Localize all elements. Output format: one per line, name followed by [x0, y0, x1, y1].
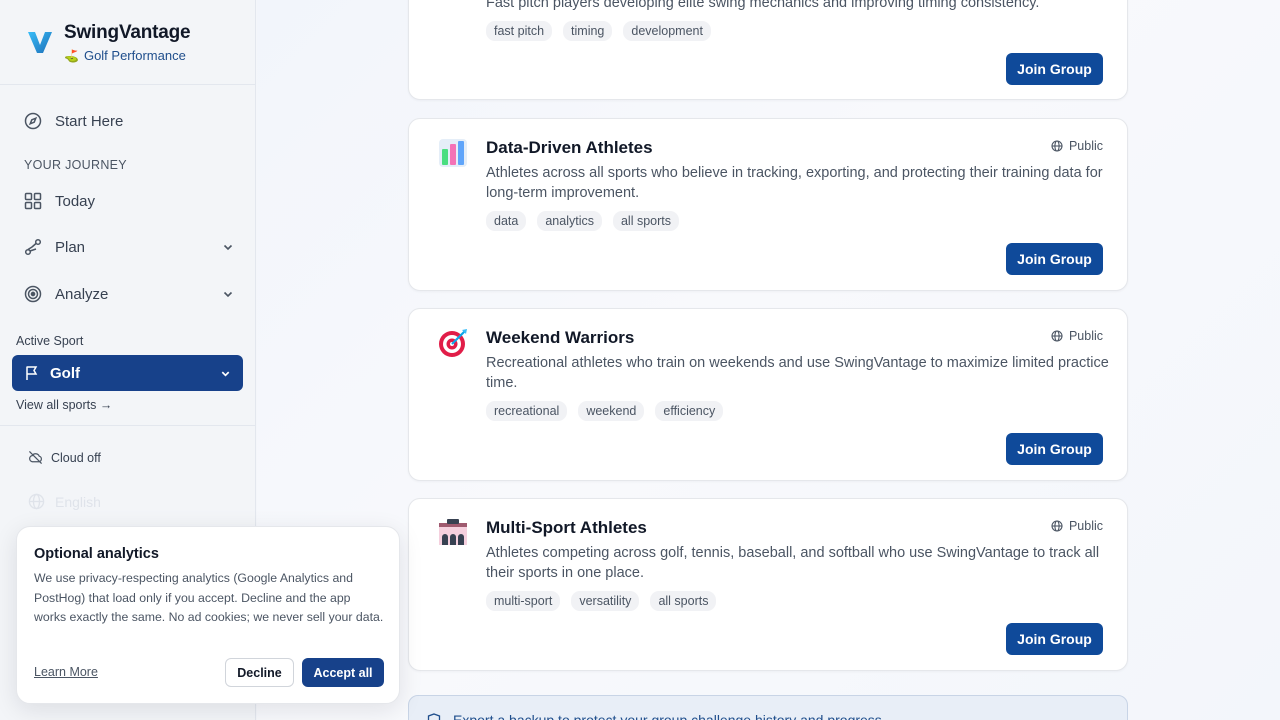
group-tag[interactable]: data — [486, 211, 527, 231]
group-card-multi-sport-athletes: Multi-Sport Athletes Public Athletes com… — [408, 498, 1128, 671]
sidebar-item-label: Analyze — [55, 285, 109, 303]
sidebar-divider — [0, 425, 256, 426]
group-tag[interactable]: all sports — [650, 591, 717, 611]
brand-subtitle-text: Golf Performance — [83, 48, 186, 63]
group-title: Multi-Sport Athletes — [486, 518, 647, 537]
group-card-weekend-warriors: Weekend Warriors Public Recreational ath… — [408, 308, 1128, 481]
brand-subtitle: ⛳ Golf Performance — [64, 48, 190, 63]
learn-more-link[interactable]: Learn More — [34, 665, 98, 679]
join-group-button[interactable]: Join Group — [1006, 623, 1103, 655]
sidebar-divider — [0, 84, 256, 85]
sidebar-item-label: Plan — [55, 238, 86, 256]
journey-section-label: YOUR JOURNEY — [24, 158, 127, 172]
cloud-status-label: Cloud off — [51, 450, 101, 465]
group-description: Fast pitch players developing elite swin… — [486, 0, 1040, 11]
visibility-label: Public — [1068, 519, 1103, 533]
language-label: English — [55, 493, 101, 510]
sidebar-item-analyze[interactable]: Analyze — [24, 285, 236, 303]
cloud-off-icon — [28, 450, 43, 465]
group-tags: multi-sport versatility all sports — [486, 591, 717, 611]
compass-icon — [24, 112, 42, 130]
group-tags: fast pitch timing development — [486, 21, 711, 41]
globe-icon — [1051, 330, 1063, 342]
join-group-button[interactable]: Join Group — [1006, 433, 1103, 465]
join-group-button[interactable]: Join Group — [1006, 243, 1103, 275]
group-description: Recreational athletes who train on weeke… — [486, 355, 1109, 391]
group-title: Data-Driven Athletes — [486, 138, 653, 157]
swingvantage-logo-icon — [28, 32, 52, 53]
visibility-badge: Public — [1051, 519, 1103, 533]
dart-target-icon — [439, 329, 467, 357]
visibility-label: Public — [1068, 139, 1103, 153]
stadium-icon — [439, 519, 467, 545]
cloud-status[interactable]: Cloud off — [28, 450, 101, 465]
chevron-down-icon[interactable] — [222, 288, 234, 300]
decline-button[interactable]: Decline — [225, 658, 294, 687]
flag-icon — [26, 366, 38, 380]
group-tag[interactable]: fast pitch — [486, 21, 553, 41]
language-selector[interactable]: English — [28, 493, 101, 510]
visibility-badge: Public — [1051, 139, 1103, 153]
brand[interactable]: SwingVantage ⛳ Golf Performance — [26, 22, 191, 63]
globe-icon — [1051, 520, 1063, 532]
active-sport-label: Active Sport — [16, 334, 84, 348]
globe-icon — [28, 493, 45, 510]
join-group-button[interactable]: Join Group — [1006, 53, 1103, 85]
sidebar-item-plan[interactable]: Plan — [24, 238, 236, 256]
target-icon — [24, 285, 42, 303]
group-tags: data analytics all sports — [486, 211, 680, 231]
group-tag[interactable]: analytics — [537, 211, 602, 231]
group-description: Athletes across all sports who believe i… — [486, 165, 1103, 201]
sidebar-item-start-here[interactable]: Start Here — [24, 112, 236, 130]
sidebar-item-label: Start Here — [55, 112, 124, 130]
group-tag[interactable]: all sports — [612, 211, 680, 231]
consent-body: We use privacy-respecting analytics (Goo… — [34, 571, 384, 624]
bar-chart-icon — [439, 139, 467, 167]
group-description: Athletes competing across golf, tennis, … — [486, 545, 1100, 581]
analytics-consent-dialog: Optional analytics We use privacy-respec… — [16, 526, 400, 704]
sidebar-item-today[interactable]: Today — [24, 192, 236, 210]
group-tag[interactable]: efficiency — [655, 401, 724, 421]
globe-icon — [1051, 140, 1063, 152]
group-tag[interactable]: timing — [563, 21, 613, 41]
group-card: Fast pitch players developing elite swin… — [408, 0, 1128, 100]
chevron-down-icon[interactable] — [222, 241, 234, 253]
backup-banner-text: Export a backup to protect your group ch… — [453, 712, 886, 720]
group-tag[interactable]: recreational — [486, 401, 568, 421]
group-tag[interactable]: weekend — [578, 401, 645, 421]
dashboard-icon — [24, 192, 42, 210]
sidebar-item-label: Today — [55, 192, 96, 210]
shield-icon — [427, 713, 441, 720]
active-sport-select[interactable]: Golf — [12, 355, 243, 391]
visibility-badge: Public — [1051, 329, 1103, 343]
brand-name: SwingVantage — [64, 22, 191, 43]
group-tag[interactable]: development — [623, 21, 711, 41]
golf-flag-icon: ⛳ — [64, 48, 79, 63]
route-icon — [24, 238, 42, 256]
group-tags: recreational weekend efficiency — [486, 401, 724, 421]
group-title: Weekend Warriors — [486, 328, 635, 347]
view-all-sports-link[interactable]: View all sports → — [16, 398, 112, 412]
accept-all-button[interactable]: Accept all — [302, 658, 384, 687]
group-card-data-driven-athletes: Data-Driven Athletes Public Athletes acr… — [408, 118, 1128, 291]
visibility-label: Public — [1068, 329, 1103, 343]
backup-banner: Export a backup to protect your group ch… — [408, 695, 1128, 720]
group-tag[interactable]: multi-sport — [486, 591, 561, 611]
active-sport-value: Golf — [50, 364, 80, 382]
group-tag[interactable]: versatility — [571, 591, 640, 611]
chevron-down-icon — [221, 371, 230, 377]
consent-title: Optional analytics — [34, 546, 159, 562]
